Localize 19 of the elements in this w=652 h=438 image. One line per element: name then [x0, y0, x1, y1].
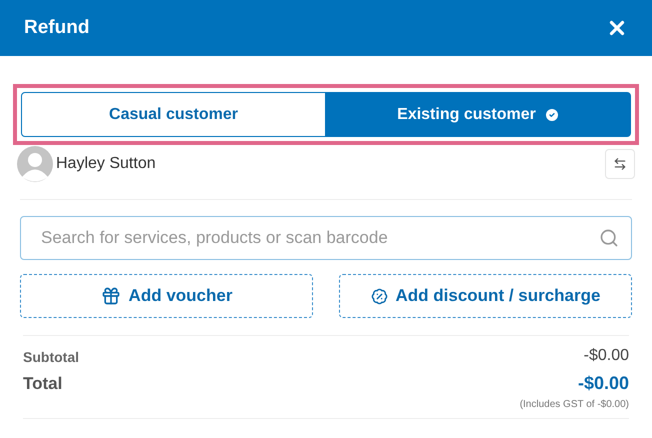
search-field[interactable]: Search for services, products or scan barcode [20, 216, 632, 260]
customer-name: Hayley Sutton [56, 154, 156, 174]
swap-customer-button[interactable] [605, 149, 635, 179]
gift-icon [100, 286, 121, 306]
customer-type-tab[interactable]: Existing customer [326, 92, 631, 137]
percent-badge-icon [370, 288, 388, 304]
customer-type-tab[interactable]: Casual customer [21, 92, 326, 137]
swap-arrows-icon [613, 157, 627, 171]
total-label: Total [23, 372, 62, 395]
add-discount-button[interactable]: Add discount / surcharge [339, 274, 632, 318]
subtotal-value: -$0.00 [584, 346, 629, 366]
check-icon [544, 106, 560, 122]
search-icon [599, 228, 619, 248]
avatar-icon [17, 146, 53, 182]
tax-note: (Includes GST of -$0.00) [520, 398, 629, 412]
subtotal-label: Subtotal [23, 348, 79, 367]
window-title: Refund [24, 16, 90, 40]
add-voucher-button[interactable]: Add voucher [20, 274, 313, 318]
total-value: -$0.00 [578, 372, 629, 395]
